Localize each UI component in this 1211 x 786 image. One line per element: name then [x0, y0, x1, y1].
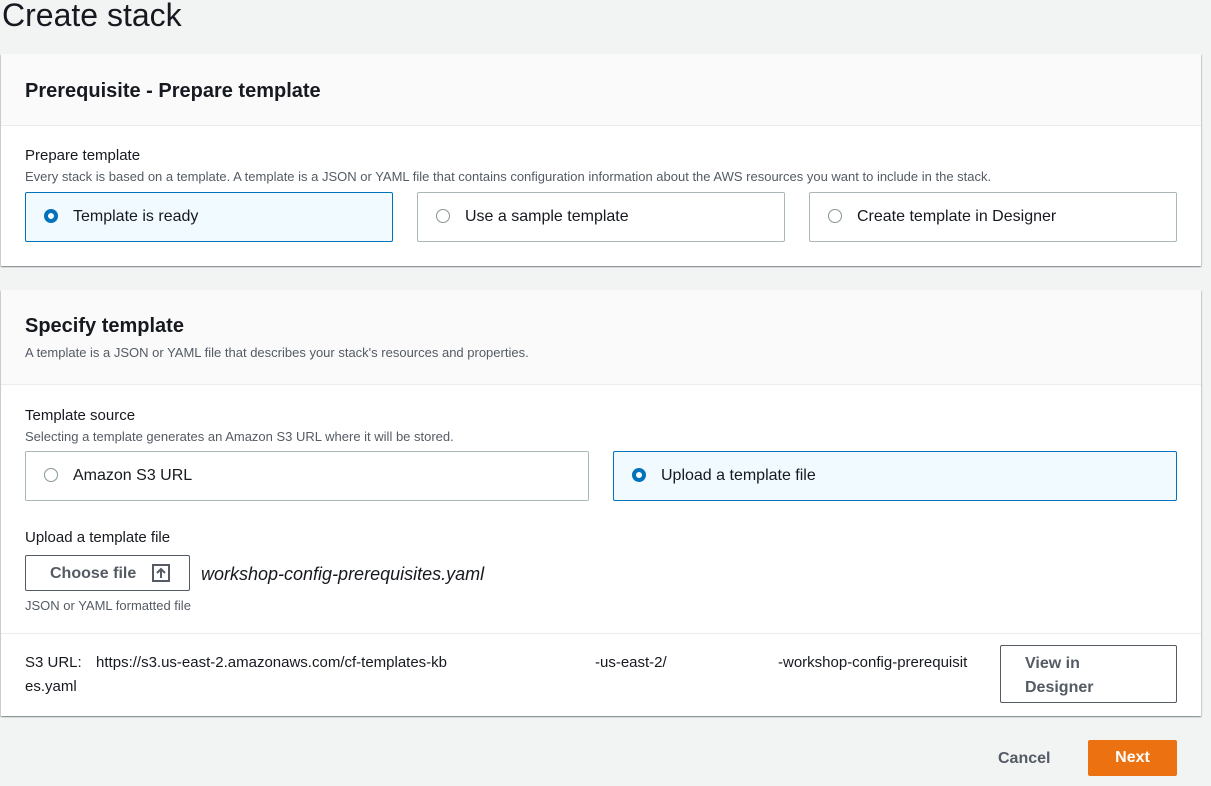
choose-file-label: Choose file	[50, 565, 137, 582]
s3-url-line-1: S3 URL: https://s3.us-east-2.amazonaws.c…	[25, 651, 447, 675]
radio-create-in-designer[interactable]	[828, 209, 842, 223]
option-template-ready-label: Template is ready	[73, 208, 199, 225]
radio-amazon-s3-url[interactable]	[44, 468, 58, 482]
prepare-template-label: Prepare template	[25, 147, 141, 164]
template-source-description: Selecting a template generates an Amazon…	[25, 429, 454, 444]
view-in-designer-button[interactable]: View in Designer	[1000, 645, 1177, 703]
cancel-button[interactable]: Cancel	[980, 744, 1068, 774]
option-amazon-s3-url-label: Amazon S3 URL	[73, 467, 193, 484]
view-in-designer-label: View in Designer	[1025, 655, 1094, 696]
next-button[interactable]: Next	[1088, 740, 1177, 776]
specify-template-panel: Specify template A template is a JSON or…	[1, 290, 1201, 716]
option-sample-template-label: Use a sample template	[465, 208, 629, 225]
prepare-template-heading: Prerequisite - Prepare template	[25, 80, 321, 102]
s3-url-part-2: -us-east-2/	[595, 654, 667, 671]
file-format-hint: JSON or YAML formatted file	[25, 598, 191, 613]
specify-template-heading: Specify template	[25, 315, 184, 337]
upload-template-label: Upload a template file	[25, 529, 171, 546]
option-create-in-designer-label: Create template in Designer	[857, 208, 1057, 225]
prepare-template-header: Prerequisite - Prepare template	[1, 54, 1201, 126]
page-title: Create stack	[2, 0, 182, 33]
selected-file-name: workshop-config-prerequisites.yaml	[201, 564, 485, 584]
create-stack-page: Create stack Prerequisite - Prepare temp…	[0, 0, 1211, 786]
s3-url-label: S3 URL:	[25, 654, 82, 671]
option-create-in-designer[interactable]: Create template in Designer	[809, 192, 1177, 242]
option-amazon-s3-url[interactable]: Amazon S3 URL	[25, 451, 589, 501]
option-upload-template-file-label: Upload a template file	[661, 467, 816, 484]
radio-sample-template[interactable]	[436, 209, 450, 223]
option-upload-template-file[interactable]: Upload a template file	[613, 451, 1177, 501]
s3-url-part-1: https://s3.us-east-2.amazonaws.com/cf-te…	[96, 654, 448, 671]
option-sample-template[interactable]: Use a sample template	[417, 192, 785, 242]
option-template-ready[interactable]: Template is ready	[25, 192, 393, 242]
radio-upload-template-file[interactable]	[632, 468, 646, 482]
specify-template-description: A template is a JSON or YAML file that d…	[25, 345, 529, 360]
specify-template-header: Specify template A template is a JSON or…	[1, 290, 1201, 385]
s3-url-part-4: es.yaml	[25, 678, 77, 695]
s3-url-part-3: -workshop-config-prerequisit	[778, 654, 968, 671]
choose-file-button[interactable]: Choose file	[25, 555, 190, 591]
prepare-template-panel: Prerequisite - Prepare template Prepare …	[1, 54, 1201, 266]
divider	[1, 633, 1201, 634]
upload-arrow-icon	[152, 564, 170, 582]
template-source-label: Template source	[25, 407, 136, 424]
radio-template-ready[interactable]	[44, 209, 58, 223]
prepare-template-description: Every stack is based on a template. A te…	[25, 169, 992, 184]
